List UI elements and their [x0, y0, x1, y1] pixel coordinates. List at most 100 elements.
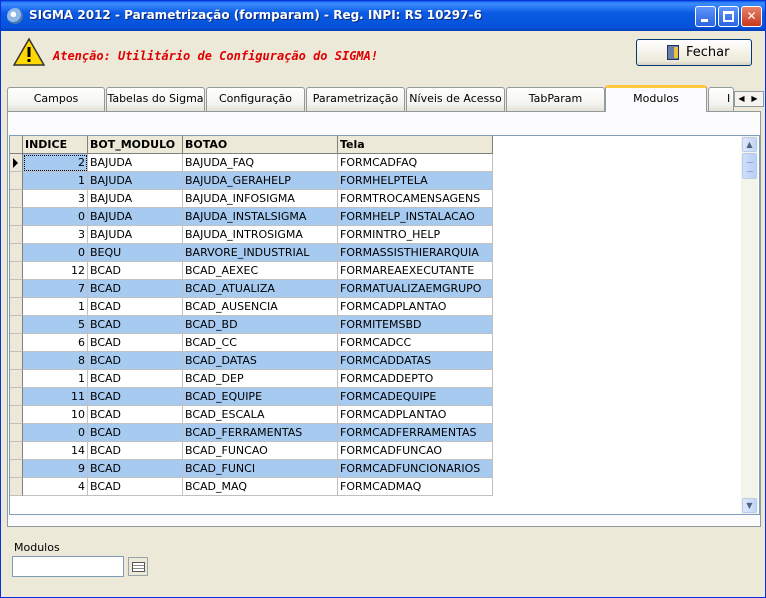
cell-bot-modulo[interactable]: BCAD	[88, 352, 183, 370]
tab-tabelas-do-sigma[interactable]: Tabelas do Sigma	[106, 87, 205, 111]
cell-tela[interactable]: FORMCADEQUIPE	[338, 388, 493, 406]
fechar-button[interactable]: Fechar	[636, 39, 752, 66]
maximize-button[interactable]	[718, 6, 739, 27]
row-indicator[interactable]	[10, 244, 23, 262]
scroll-down-icon[interactable]: ▼	[742, 498, 757, 513]
title-bar[interactable]: SIGMA 2012 - Parametrização (formparam) …	[1, 1, 765, 31]
cell-botao[interactable]: BAJUDA_FAQ	[183, 154, 338, 172]
cell-indice[interactable]: 8	[23, 352, 88, 370]
cell-bot-modulo[interactable]: BCAD	[88, 442, 183, 460]
row-indicator[interactable]	[10, 172, 23, 190]
cell-bot-modulo[interactable]: BCAD	[88, 316, 183, 334]
cell-botao[interactable]: BCAD_ATUALIZA	[183, 280, 338, 298]
cell-tela[interactable]: FORMCADFERRAMENTAS	[338, 424, 493, 442]
column-header-tela[interactable]: Tela	[338, 136, 493, 154]
cell-indice[interactable]: 1	[23, 370, 88, 388]
cell-bot-modulo[interactable]: BCAD	[88, 280, 183, 298]
row-indicator[interactable]	[10, 370, 23, 388]
tab-scroll-right-icon[interactable]: ▶	[748, 92, 761, 106]
cell-botao[interactable]: BCAD_FERRAMENTAS	[183, 424, 338, 442]
row-indicator[interactable]	[10, 424, 23, 442]
cell-tela[interactable]: FORMCADDATAS	[338, 352, 493, 370]
column-header-indice[interactable]: INDICE	[23, 136, 88, 154]
tab-parametrizacao[interactable]: Parametrização	[306, 87, 405, 111]
cell-indice[interactable]: 0	[23, 208, 88, 226]
cell-bot-modulo[interactable]: BCAD	[88, 406, 183, 424]
table-row[interactable]: 3 BAJUDA BAJUDA_INTROSIGMA FORMINTRO_HELP	[10, 226, 493, 244]
cell-tela[interactable]: FORMCADPLANTAO	[338, 298, 493, 316]
cell-tela[interactable]: FORMATUALIZAEMGRUPO	[338, 280, 493, 298]
cell-tela[interactable]: FORMHELP_INSTALACAO	[338, 208, 493, 226]
tab-campos[interactable]: Campos	[7, 87, 105, 111]
cell-indice[interactable]: 2	[23, 154, 88, 172]
cell-botao[interactable]: BCAD_DATAS	[183, 352, 338, 370]
cell-botao[interactable]: BAJUDA_GERAHELP	[183, 172, 338, 190]
cell-indice[interactable]: 10	[23, 406, 88, 424]
cell-botao[interactable]: BAJUDA_INSTALSIGMA	[183, 208, 338, 226]
table-row[interactable]: 5 BCAD BCAD_BD FORMITEMSBD	[10, 316, 493, 334]
cell-botao[interactable]: BAJUDA_INFOSIGMA	[183, 190, 338, 208]
column-header-bot-modulo[interactable]: BOT_MODULO	[88, 136, 183, 154]
cell-botao[interactable]: BCAD_AUSENCIA	[183, 298, 338, 316]
cell-bot-modulo[interactable]: BAJUDA	[88, 172, 183, 190]
row-indicator[interactable]	[10, 478, 23, 496]
cell-indice[interactable]: 6	[23, 334, 88, 352]
tab-tabparam[interactable]: TabParam	[506, 87, 605, 111]
row-indicator[interactable]	[10, 388, 23, 406]
tab-configuracao[interactable]: Configuração	[206, 87, 305, 111]
cell-tela[interactable]: FORMTROCAMENSAGENS	[338, 190, 493, 208]
cell-bot-modulo[interactable]: BCAD	[88, 370, 183, 388]
row-indicator[interactable]	[10, 334, 23, 352]
cell-indice[interactable]: 9	[23, 460, 88, 478]
table-row[interactable]: 12 BCAD BCAD_AEXEC FORMAREAEXECUTANTE	[10, 262, 493, 280]
cell-indice[interactable]: 0	[23, 424, 88, 442]
table-row[interactable]: 3 BAJUDA BAJUDA_INFOSIGMA FORMTROCAMENSAGEN…	[10, 190, 493, 208]
tab-modulos[interactable]: Modulos	[605, 85, 707, 112]
cell-indice[interactable]: 3	[23, 190, 88, 208]
tab-scroll-arrows[interactable]: ◀ ▶	[734, 91, 764, 107]
cell-bot-modulo[interactable]: BAJUDA	[88, 190, 183, 208]
row-indicator[interactable]	[10, 190, 23, 208]
cell-bot-modulo[interactable]: BEQU	[88, 244, 183, 262]
table-row[interactable]: 1 BCAD BCAD_DEP FORMCADDEPTO	[10, 370, 493, 388]
table-row[interactable]: 14 BCAD BCAD_FUNCAO FORMCADFUNCAO	[10, 442, 493, 460]
cell-botao[interactable]: BAJUDA_INTROSIGMA	[183, 226, 338, 244]
row-indicator[interactable]	[10, 262, 23, 280]
modulos-lookup-button[interactable]	[128, 557, 148, 576]
cell-botao[interactable]: BCAD_EQUIPE	[183, 388, 338, 406]
row-indicator[interactable]	[10, 280, 23, 298]
table-row[interactable]: 1 BCAD BCAD_AUSENCIA FORMCADPLANTAO	[10, 298, 493, 316]
cell-indice[interactable]: 3	[23, 226, 88, 244]
cell-botao[interactable]: BCAD_AEXEC	[183, 262, 338, 280]
row-indicator[interactable]	[10, 442, 23, 460]
cell-bot-modulo[interactable]: BCAD	[88, 478, 183, 496]
cell-tela[interactable]: FORMITEMSBD	[338, 316, 493, 334]
table-row[interactable]: 1 BAJUDA BAJUDA_GERAHELP FORMHELPTELA	[10, 172, 493, 190]
cell-botao[interactable]: BCAD_FUNCAO	[183, 442, 338, 460]
cell-indice[interactable]: 4	[23, 478, 88, 496]
cell-tela[interactable]: FORMCADFUNCAO	[338, 442, 493, 460]
cell-tela[interactable]: FORMAREAEXECUTANTE	[338, 262, 493, 280]
cell-tela[interactable]: FORMHELPTELA	[338, 172, 493, 190]
cell-bot-modulo[interactable]: BCAD	[88, 334, 183, 352]
table-row[interactable]: 4 BCAD BCAD_MAQ FORMCADMAQ	[10, 478, 493, 496]
cell-indice[interactable]: 5	[23, 316, 88, 334]
cell-bot-modulo[interactable]: BAJUDA	[88, 154, 183, 172]
cell-tela[interactable]: FORMCADFAQ	[338, 154, 493, 172]
modulos-input[interactable]	[12, 556, 124, 577]
cell-indice[interactable]: 1	[23, 172, 88, 190]
row-indicator[interactable]	[10, 352, 23, 370]
table-row[interactable]: 8 BCAD BCAD_DATAS FORMCADDATAS	[10, 352, 493, 370]
table-row[interactable]: 0 BAJUDA BAJUDA_INSTALSIGMA FORMHELP_INSTAL…	[10, 208, 493, 226]
row-indicator[interactable]	[10, 406, 23, 424]
cell-tela[interactable]: FORMCADFUNCIONARIOS	[338, 460, 493, 478]
scroll-thumb[interactable]	[742, 153, 757, 179]
cell-tela[interactable]: FORMASSISTHIERARQUIA	[338, 244, 493, 262]
row-indicator[interactable]	[10, 298, 23, 316]
cell-tela[interactable]: FORMCADPLANTAO	[338, 406, 493, 424]
scroll-up-icon[interactable]: ▲	[742, 137, 757, 152]
app-icon[interactable]	[7, 8, 23, 24]
cell-bot-modulo[interactable]: BCAD	[88, 298, 183, 316]
close-window-button[interactable]: ✕	[741, 6, 762, 27]
table-row[interactable]: 6 BCAD BCAD_CC FORMCADCC	[10, 334, 493, 352]
